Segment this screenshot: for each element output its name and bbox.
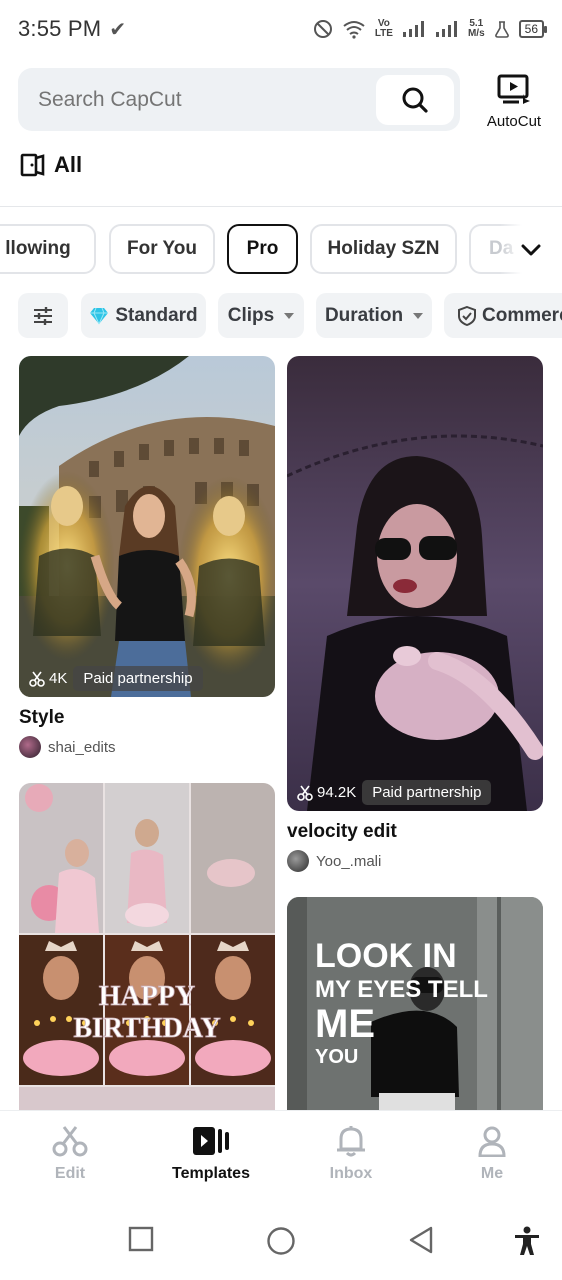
scissors-icon <box>52 1126 88 1157</box>
paid-partnership-badge: Paid partnership <box>362 780 492 805</box>
templates-icon <box>193 1127 229 1155</box>
template-title[interactable]: Style <box>19 707 64 729</box>
filter-clips-label: Clips <box>227 304 275 326</box>
template-author[interactable]: shai_edits <box>19 736 116 758</box>
search-bar[interactable] <box>18 68 460 131</box>
network-speed: 5.1 M/s <box>467 18 485 39</box>
template-author[interactable]: Yoo_.mali <box>287 850 381 872</box>
accessibility-button[interactable] <box>513 1226 541 1261</box>
search-input[interactable] <box>18 87 376 112</box>
search-button[interactable] <box>376 74 454 125</box>
tab-holiday-szn[interactable]: Holiday SZN <box>310 224 457 274</box>
card-overlay: 4K Paid partnership <box>29 666 203 691</box>
filter-bar: Standard Clips Duration Commerc <box>0 293 562 339</box>
filter-standard-label: Standard <box>115 304 198 326</box>
autocut-icon <box>497 74 530 104</box>
filter-settings-button[interactable] <box>18 293 68 338</box>
accessibility-icon <box>515 1226 539 1255</box>
overlay-text-birthday: BIRTHDAY <box>73 1013 220 1044</box>
signal-icon <box>435 21 457 37</box>
autocut-button[interactable]: AutoCut <box>478 74 550 130</box>
overlay-text-happy: HAPPY <box>99 981 195 1012</box>
overlay-text-look-in: LOOK IN <box>315 937 457 975</box>
nav-me-label: Me <box>480 1165 504 1182</box>
status-time: 3:55 PM <box>18 16 102 41</box>
battery-icon: 56 <box>518 20 548 38</box>
overlay-text-you: YOU <box>315 1046 358 1068</box>
template-title[interactable]: velocity edit <box>287 821 397 843</box>
template-image: HAPPY BIRTHDAY <box>19 783 275 1110</box>
template-thumbnail[interactable]: LOOK IN MY EYES TELL ME YOU <box>287 897 543 1110</box>
paid-partnership-badge: Paid partnership <box>73 666 203 691</box>
filter-commercial-label: Commerc <box>482 304 562 326</box>
template-thumbnail[interactable]: 4K Paid partnership <box>19 356 275 697</box>
back-button[interactable] <box>408 1226 434 1259</box>
wifi-icon <box>343 21 365 39</box>
shield-check-icon <box>458 305 476 326</box>
back-triangle-icon <box>409 1226 433 1254</box>
avatar <box>19 736 41 758</box>
divider <box>0 206 562 207</box>
filter-commercial[interactable]: Commerc <box>444 293 562 338</box>
filter-standard[interactable]: Standard <box>81 293 206 338</box>
bottom-navigation: Edit Templates Inbox Me <box>0 1110 562 1202</box>
expand-categories-button[interactable] <box>500 224 562 276</box>
nav-templates[interactable]: Templates <box>151 1125 271 1183</box>
check-icon: ✔ <box>109 18 127 41</box>
usage-count: 4K <box>29 670 67 687</box>
nav-me[interactable]: Me <box>432 1125 552 1183</box>
category-all-selector[interactable]: All <box>20 152 82 178</box>
filter-duration-label: Duration <box>324 304 404 326</box>
caret-down-icon <box>413 312 424 319</box>
all-label: All <box>54 152 83 177</box>
recent-apps-button[interactable] <box>128 1226 154 1257</box>
usage-count: 94.2K <box>297 784 356 801</box>
network-type: Vo LTE <box>374 18 393 39</box>
avatar <box>287 850 309 872</box>
signal-icon <box>402 21 424 37</box>
alarm-icon <box>494 21 509 38</box>
nav-edit[interactable]: Edit <box>10 1125 130 1183</box>
overlay-text-my-eyes: MY EYES TELL <box>315 976 488 1003</box>
card-overlay: 94.2K Paid partnership <box>297 780 492 805</box>
template-image <box>287 356 543 811</box>
caret-down-icon <box>284 312 295 319</box>
filter-duration[interactable]: Duration <box>316 293 432 338</box>
nav-inbox[interactable]: Inbox <box>291 1125 411 1183</box>
square-icon <box>128 1226 154 1252</box>
home-button[interactable] <box>266 1226 296 1261</box>
status-bar: 3:55 PM ✔ Vo LTE 5.1 M/s 56 <box>0 0 562 58</box>
status-icons: Vo LTE 5.1 M/s 56 <box>313 18 548 39</box>
tab-for-you[interactable]: For You <box>109 224 215 274</box>
bell-icon <box>337 1126 365 1157</box>
diamond-icon <box>90 307 109 324</box>
system-navigation <box>0 1202 562 1280</box>
tab-pro[interactable]: Pro <box>227 224 298 274</box>
sliders-icon <box>34 306 52 325</box>
search-icon <box>402 87 428 113</box>
template-image: LOOK IN MY EYES TELL ME YOU <box>287 897 543 1110</box>
tab-following[interactable]: llowing <box>0 224 96 274</box>
scissors-icon <box>29 671 45 687</box>
template-thumbnail[interactable]: 94.2K Paid partnership <box>287 356 543 811</box>
person-icon <box>478 1126 506 1158</box>
template-thumbnail[interactable]: HAPPY BIRTHDAY <box>19 783 275 1110</box>
door-icon <box>20 153 45 177</box>
scissors-icon <box>297 785 313 801</box>
nav-edit-label: Edit <box>54 1165 86 1182</box>
category-tabs: llowing For You Pro Holiday SZN Da <box>0 224 562 276</box>
nav-inbox-label: Inbox <box>329 1165 373 1182</box>
autocut-label: AutoCut <box>486 113 542 130</box>
do-not-disturb-icon <box>313 20 332 38</box>
template-image <box>19 356 275 697</box>
overlay-text-me: ME <box>315 1002 375 1046</box>
author-name: Yoo_.mali <box>316 852 382 870</box>
chevron-down-icon <box>521 244 541 256</box>
author-name: shai_edits <box>48 738 116 756</box>
filter-clips[interactable]: Clips <box>218 293 304 338</box>
nav-templates-label: Templates <box>172 1165 250 1182</box>
circle-icon <box>267 1227 295 1255</box>
